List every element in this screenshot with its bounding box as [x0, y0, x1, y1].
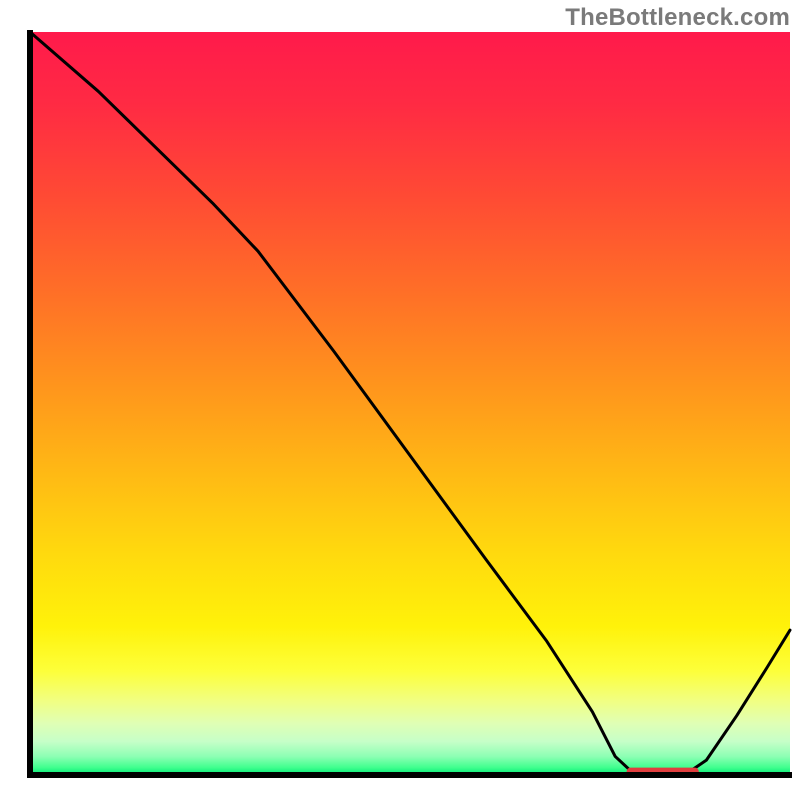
plot-background: [30, 32, 790, 775]
chart-canvas: [0, 0, 800, 800]
